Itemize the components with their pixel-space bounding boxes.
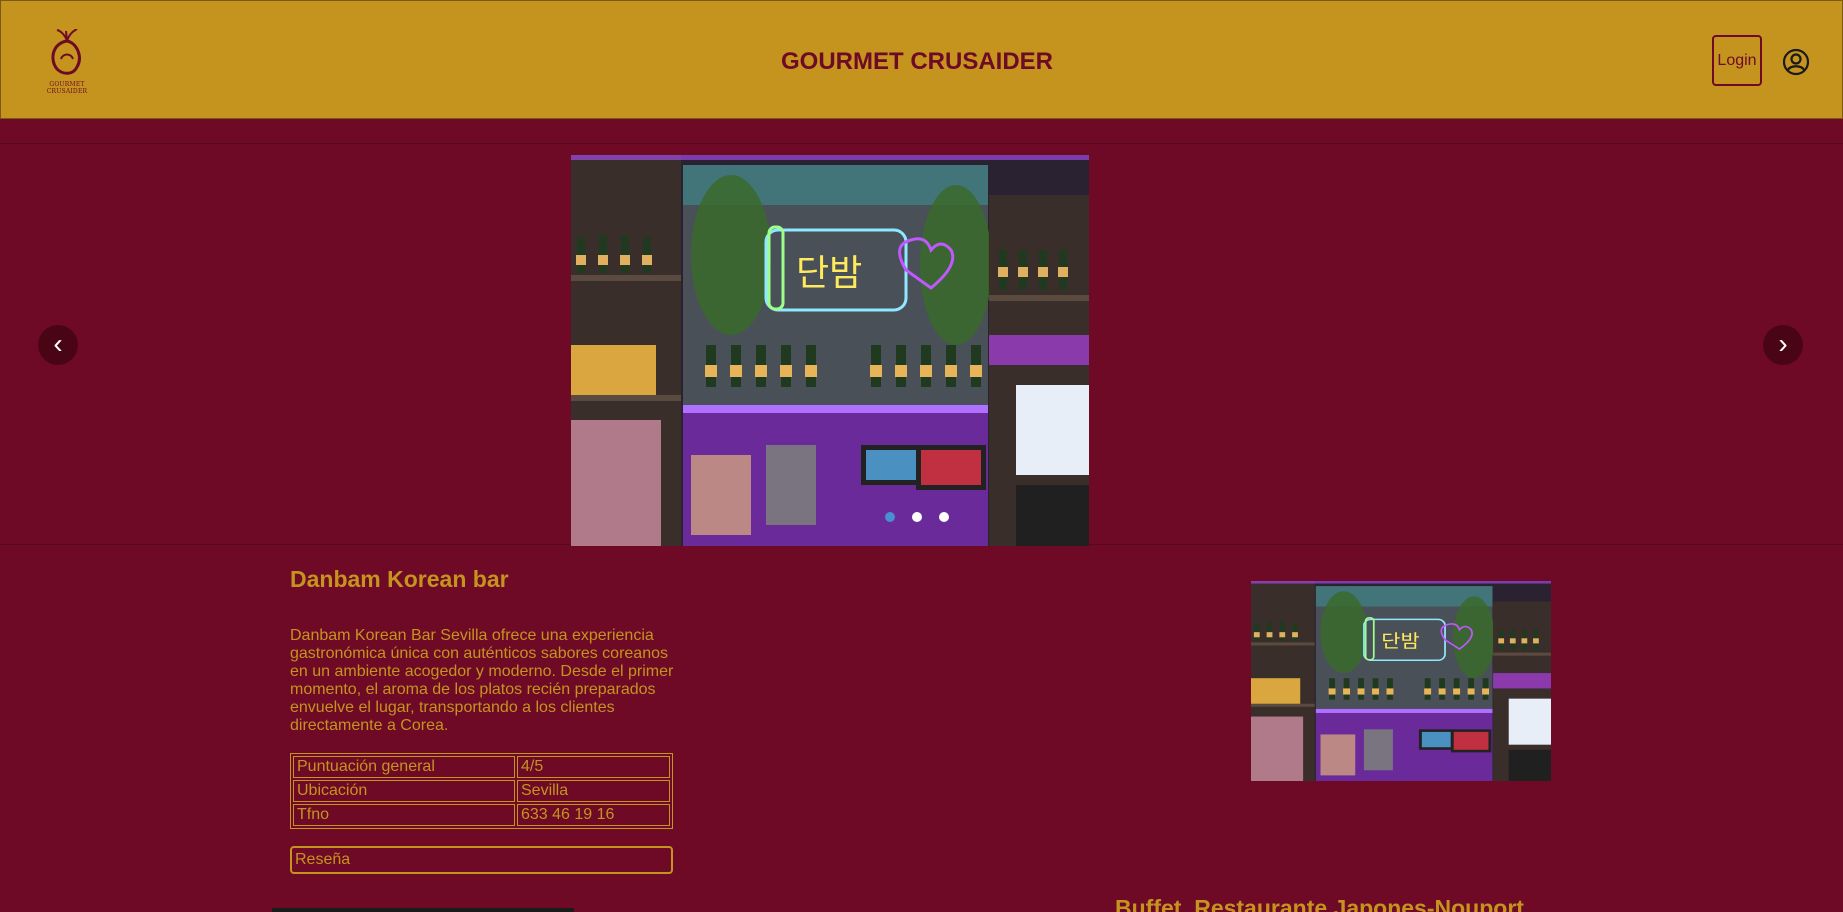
info-label: Tfno — [293, 804, 515, 826]
site-title: GOURMET CRUSAIDER — [781, 48, 1054, 75]
site-header: GOURMET CRUSAIDER GOURMET CRUSAIDER Logi… — [0, 0, 1843, 119]
image-carousel: ‹ › — [0, 143, 1843, 545]
carousel-dot-1[interactable] — [885, 512, 895, 522]
restaurant-thumbnail[interactable] — [1251, 581, 1551, 781]
info-value: 4/5 — [517, 756, 670, 778]
table-row: Tfno 633 46 19 16 — [293, 804, 670, 826]
next-card-image-edge — [272, 908, 574, 912]
user-circle-icon[interactable] — [1782, 48, 1810, 76]
info-label: Ubicación — [293, 780, 515, 802]
info-value: Sevilla — [517, 780, 670, 802]
next-restaurant-name: Buffet, Restaurante Japones-Nouport — [1115, 895, 1524, 912]
site-logo[interactable]: GOURMET CRUSAIDER — [31, 28, 103, 95]
onion-logo-icon — [51, 28, 81, 75]
table-row: Puntuación general 4/5 — [293, 756, 670, 778]
carousel-slide-image — [571, 155, 1089, 546]
carousel-prev-button[interactable]: ‹ — [38, 325, 78, 365]
carousel-indicators — [885, 512, 949, 522]
login-button[interactable]: Login — [1712, 35, 1762, 86]
carousel-dot-2[interactable] — [912, 512, 922, 522]
restaurant-name: Danbam Korean bar — [290, 566, 509, 592]
restaurant-info-table: Puntuación general 4/5 Ubicación Sevilla… — [290, 753, 673, 829]
table-row: Ubicación Sevilla — [293, 780, 670, 802]
carousel-dot-3[interactable] — [939, 512, 949, 522]
info-label: Puntuación general — [293, 756, 515, 778]
logo-text: GOURMET CRUSAIDER — [46, 81, 88, 95]
carousel-next-button[interactable]: › — [1763, 325, 1803, 365]
restaurant-description: Danbam Korean Bar Sevilla ofrece una exp… — [290, 627, 674, 734]
info-value: 633 46 19 16 — [517, 804, 670, 826]
review-button[interactable]: Reseña — [290, 846, 673, 874]
